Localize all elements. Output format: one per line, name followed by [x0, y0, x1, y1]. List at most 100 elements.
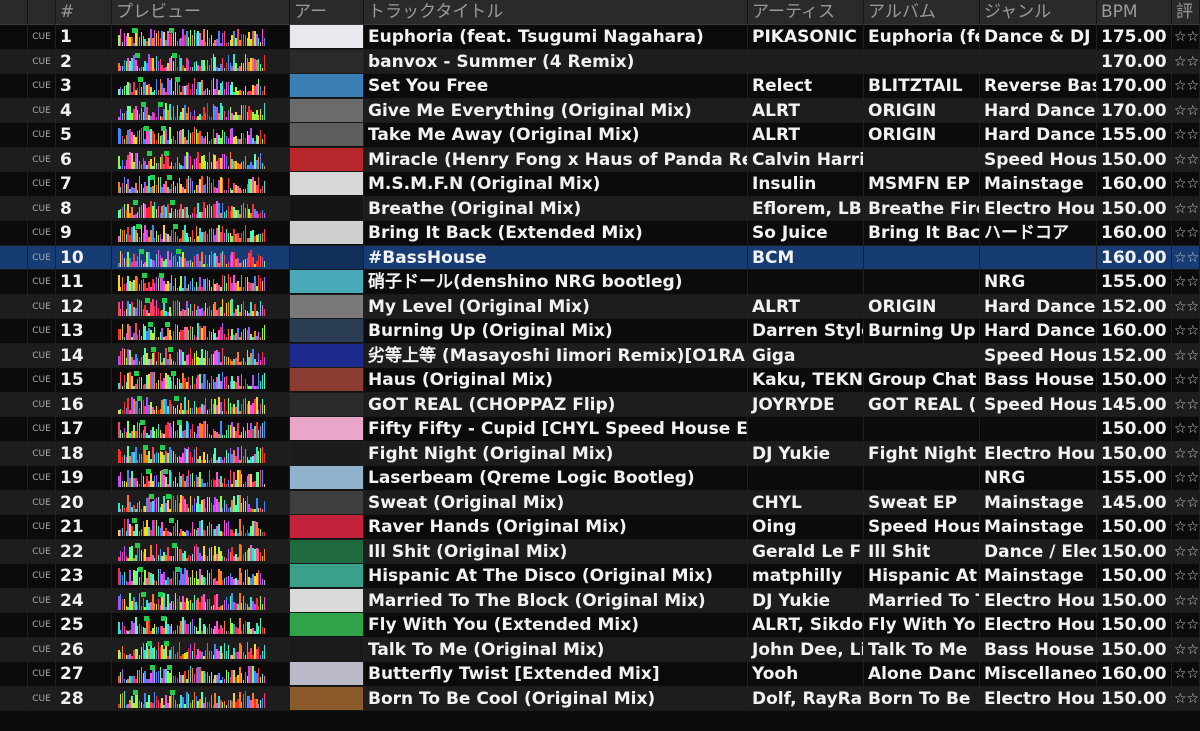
column-header-artwork[interactable]: アー	[290, 0, 364, 25]
row-handle[interactable]	[0, 245, 28, 270]
row-handle[interactable]	[0, 613, 28, 638]
row-handle[interactable]	[0, 123, 28, 148]
cue-button[interactable]: CUE	[28, 74, 56, 99]
cue-button[interactable]: CUE	[28, 147, 56, 172]
row-handle[interactable]	[0, 441, 28, 466]
waveform-preview[interactable]	[112, 637, 290, 662]
cue-button[interactable]: CUE	[28, 172, 56, 197]
waveform-preview[interactable]	[112, 490, 290, 515]
waveform-preview[interactable]	[112, 441, 290, 466]
album-artwork[interactable]	[290, 466, 364, 491]
column-header-title[interactable]: トラックタイトル	[364, 0, 748, 25]
cue-button[interactable]: CUE	[28, 221, 56, 246]
cue-button[interactable]: CUE	[28, 662, 56, 687]
waveform-preview[interactable]	[112, 466, 290, 491]
track-rating[interactable]: ☆☆	[1172, 98, 1200, 123]
album-artwork[interactable]	[290, 637, 364, 662]
track-rating[interactable]: ☆☆	[1172, 662, 1200, 687]
column-header-preview[interactable]: プレビュー	[112, 0, 290, 25]
cue-button[interactable]: CUE	[28, 441, 56, 466]
waveform-preview[interactable]	[112, 588, 290, 613]
row-handle[interactable]	[0, 25, 28, 50]
column-header-bpm[interactable]: BPM	[1097, 0, 1172, 25]
cue-button[interactable]: CUE	[28, 319, 56, 344]
album-artwork[interactable]	[290, 686, 364, 711]
row-handle[interactable]	[0, 196, 28, 221]
row-handle[interactable]	[0, 294, 28, 319]
track-rating[interactable]: ☆☆	[1172, 490, 1200, 515]
track-rating[interactable]: ☆☆	[1172, 123, 1200, 148]
row-handle[interactable]	[0, 319, 28, 344]
album-artwork[interactable]	[290, 25, 364, 50]
waveform-preview[interactable]	[112, 564, 290, 589]
album-artwork[interactable]	[290, 294, 364, 319]
album-artwork[interactable]	[290, 172, 364, 197]
cue-button[interactable]: CUE	[28, 466, 56, 491]
track-rating[interactable]: ☆☆	[1172, 368, 1200, 393]
waveform-preview[interactable]	[112, 172, 290, 197]
waveform-preview[interactable]	[112, 147, 290, 172]
column-header-rating[interactable]: 評	[1172, 0, 1200, 25]
row-handle[interactable]	[0, 74, 28, 99]
cue-button[interactable]: CUE	[28, 294, 56, 319]
cue-button[interactable]: CUE	[28, 25, 56, 50]
waveform-preview[interactable]	[112, 25, 290, 50]
album-artwork[interactable]	[290, 319, 364, 344]
waveform-preview[interactable]	[112, 539, 290, 564]
row-handle[interactable]	[0, 539, 28, 564]
row-handle[interactable]	[0, 490, 28, 515]
album-artwork[interactable]	[290, 343, 364, 368]
cue-button[interactable]: CUE	[28, 539, 56, 564]
waveform-preview[interactable]	[112, 515, 290, 540]
track-rating[interactable]: ☆☆	[1172, 270, 1200, 295]
cue-button[interactable]: CUE	[28, 49, 56, 74]
row-handle[interactable]	[0, 466, 28, 491]
row-handle[interactable]	[0, 49, 28, 74]
cue-button[interactable]: CUE	[28, 686, 56, 711]
waveform-preview[interactable]	[112, 417, 290, 442]
waveform-preview[interactable]	[112, 74, 290, 99]
album-artwork[interactable]	[290, 270, 364, 295]
row-handle[interactable]	[0, 221, 28, 246]
column-header-number[interactable]: #	[56, 0, 112, 25]
track-rating[interactable]: ☆☆	[1172, 613, 1200, 638]
album-artwork[interactable]	[290, 417, 364, 442]
track-rating[interactable]: ☆☆	[1172, 245, 1200, 270]
row-handle[interactable]	[0, 564, 28, 589]
album-artwork[interactable]	[290, 49, 364, 74]
album-artwork[interactable]	[290, 245, 364, 270]
column-header-artist[interactable]: アーティス	[748, 0, 864, 25]
cue-button[interactable]: CUE	[28, 637, 56, 662]
waveform-preview[interactable]	[112, 98, 290, 123]
cue-button[interactable]: CUE	[28, 98, 56, 123]
album-artwork[interactable]	[290, 613, 364, 638]
track-rating[interactable]: ☆☆	[1172, 441, 1200, 466]
waveform-preview[interactable]	[112, 319, 290, 344]
row-handle[interactable]	[0, 662, 28, 687]
album-artwork[interactable]	[290, 74, 364, 99]
album-artwork[interactable]	[290, 490, 364, 515]
column-header-genre[interactable]: ジャンル	[980, 0, 1097, 25]
cue-button[interactable]: CUE	[28, 123, 56, 148]
album-artwork[interactable]	[290, 147, 364, 172]
album-artwork[interactable]	[290, 662, 364, 687]
cue-button[interactable]: CUE	[28, 588, 56, 613]
cue-button[interactable]: CUE	[28, 343, 56, 368]
row-handle[interactable]	[0, 686, 28, 711]
cue-button[interactable]: CUE	[28, 245, 56, 270]
waveform-preview[interactable]	[112, 123, 290, 148]
track-rating[interactable]: ☆☆	[1172, 539, 1200, 564]
track-rating[interactable]: ☆☆	[1172, 686, 1200, 711]
row-handle[interactable]	[0, 343, 28, 368]
cue-button[interactable]: CUE	[28, 417, 56, 442]
row-handle[interactable]	[0, 98, 28, 123]
waveform-preview[interactable]	[112, 196, 290, 221]
track-rating[interactable]: ☆☆	[1172, 147, 1200, 172]
waveform-preview[interactable]	[112, 49, 290, 74]
row-handle[interactable]	[0, 588, 28, 613]
cue-button[interactable]: CUE	[28, 564, 56, 589]
track-rating[interactable]: ☆☆	[1172, 294, 1200, 319]
track-rating[interactable]: ☆☆	[1172, 515, 1200, 540]
row-handle[interactable]	[0, 392, 28, 417]
track-rating[interactable]: ☆☆	[1172, 564, 1200, 589]
